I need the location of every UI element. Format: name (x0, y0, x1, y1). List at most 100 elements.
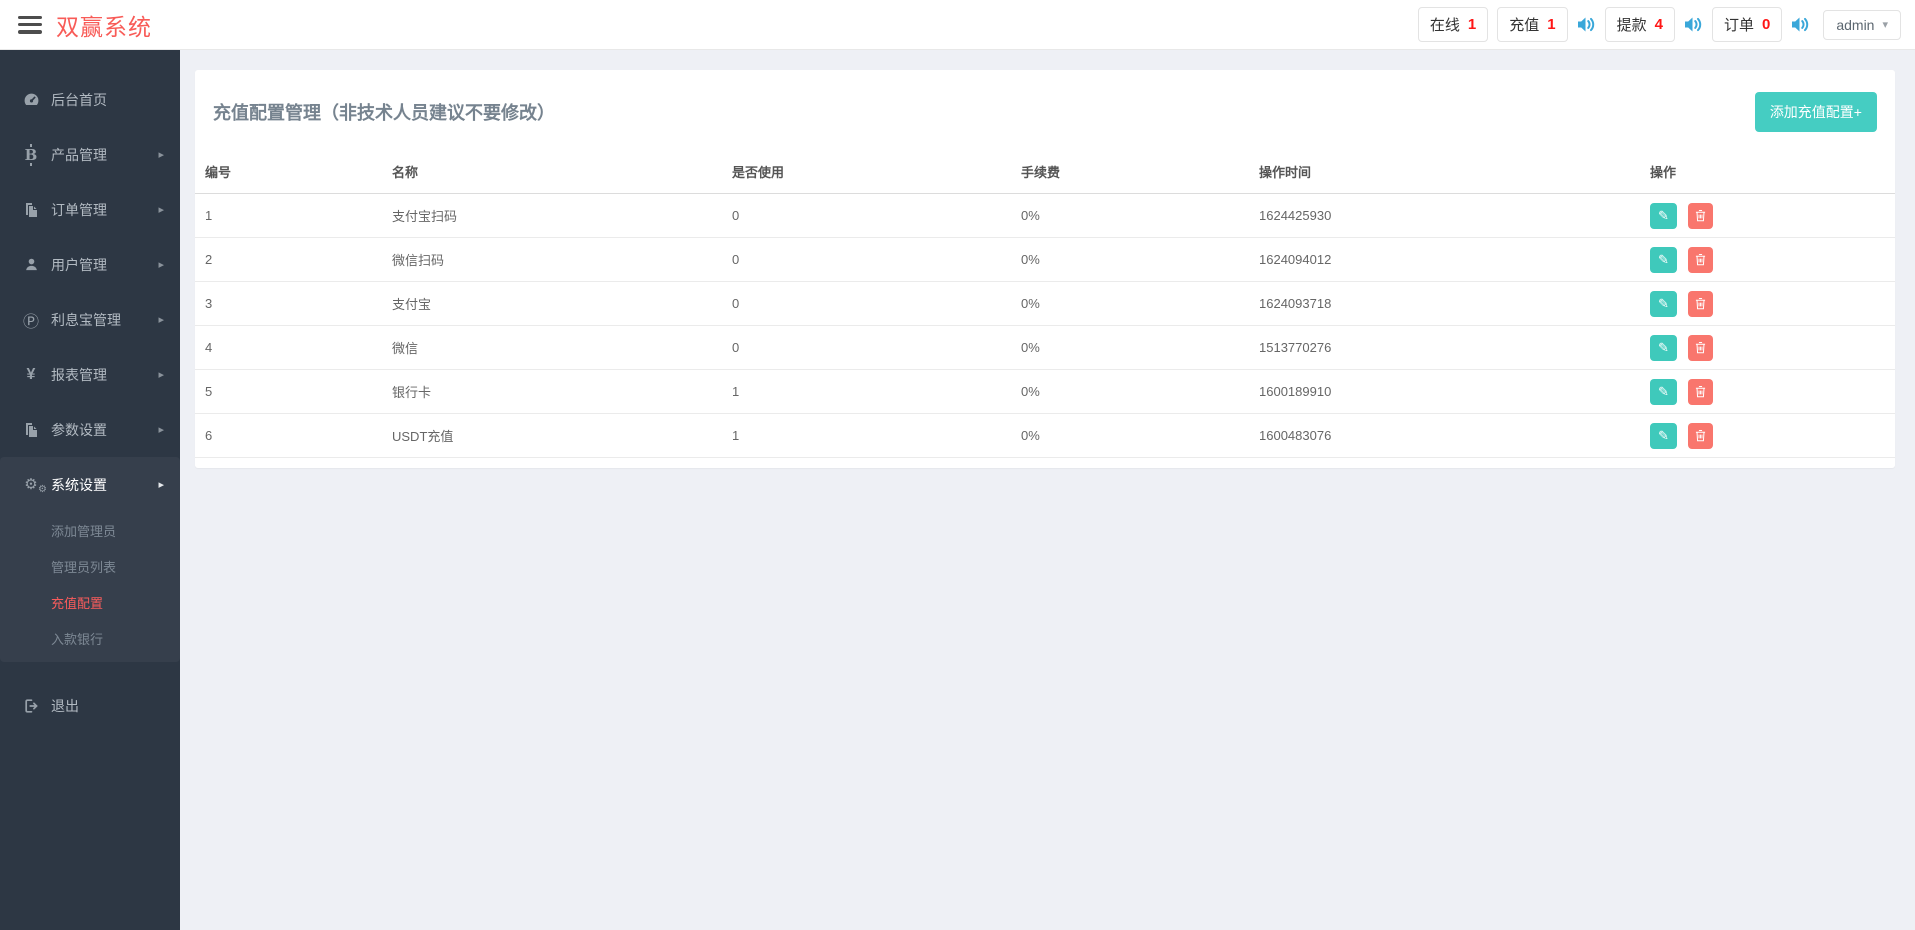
recharge-config-table: 编号 名称 是否使用 手续费 操作时间 操作 1 支付宝扫码 0 0% 1624… (195, 150, 1895, 458)
sidebar-item-label: 产品管理 (51, 145, 107, 165)
gears-icon: ⚙⚙ (20, 477, 42, 492)
order-count-badge[interactable]: 订单 0 (1712, 7, 1782, 42)
submenu-recharge-config[interactable]: 充值配置 (0, 584, 180, 620)
cell-id: 4 (195, 326, 382, 370)
header-actions: 在线 1 充值 1 提款 4 订单 0 admin ▾ (1418, 7, 1901, 42)
dashboard-icon (20, 91, 42, 108)
chevron-right-icon: ▸ (158, 478, 164, 491)
add-recharge-config-button[interactable]: 添加充值配置+ (1755, 92, 1877, 132)
sidebar-item-reports[interactable]: ¥ 报表管理 ▸ (0, 347, 180, 402)
delete-button[interactable] (1688, 335, 1713, 361)
submenu-admin-list[interactable]: 管理员列表 (0, 548, 180, 584)
sidebar-item-products[interactable]: B 产品管理 ▸ (0, 127, 180, 182)
admin-username: admin (1836, 17, 1874, 33)
cell-name: 支付宝 (382, 282, 722, 326)
cell-name: 微信 (382, 326, 722, 370)
cell-id: 1 (195, 194, 382, 238)
sign-out-icon (20, 698, 42, 714)
yen-icon: ¥ (20, 366, 42, 384)
cell-time: 1624093718 (1249, 282, 1640, 326)
cell-time: 1513770276 (1249, 326, 1640, 370)
delete-button[interactable] (1688, 203, 1713, 229)
online-label: 在线 (1430, 14, 1460, 35)
sidebar-item-logout[interactable]: 退出 (0, 678, 180, 733)
sidebar-item-label: 利息宝管理 (51, 310, 121, 330)
cell-enabled: 1 (722, 414, 1011, 458)
submenu-label: 充值配置 (51, 593, 103, 612)
sidebar-item-label: 订单管理 (51, 200, 107, 220)
submenu-label: 管理员列表 (51, 557, 116, 576)
pencil-icon: ✎ (1658, 208, 1669, 224)
sidebar-item-orders[interactable]: 订单管理 ▸ (0, 182, 180, 237)
edit-button[interactable]: ✎ (1650, 203, 1677, 229)
user-icon (20, 257, 42, 272)
edit-button[interactable]: ✎ (1650, 291, 1677, 317)
cell-fee: 0% (1011, 282, 1249, 326)
order-count: 0 (1762, 16, 1770, 33)
order-label: 订单 (1724, 14, 1754, 35)
menu-toggle-icon[interactable] (18, 16, 42, 34)
cell-name: 银行卡 (382, 370, 722, 414)
delete-button[interactable] (1688, 379, 1713, 405)
withdraw-speaker-icon[interactable] (1684, 16, 1703, 33)
chevron-right-icon: ▸ (158, 203, 164, 216)
pencil-icon: ✎ (1658, 428, 1669, 444)
chevron-right-icon: ▸ (158, 313, 164, 326)
delete-button[interactable] (1688, 247, 1713, 273)
edit-button[interactable]: ✎ (1650, 247, 1677, 273)
submenu-deposit-bank[interactable]: 入款银行 (0, 620, 180, 656)
edit-button[interactable]: ✎ (1650, 335, 1677, 361)
cell-id: 3 (195, 282, 382, 326)
sidebar-item-interest[interactable]: Ⓟ 利息宝管理 ▸ (0, 292, 180, 347)
trash-icon (1695, 209, 1706, 222)
cell-fee: 0% (1011, 414, 1249, 458)
col-name: 名称 (382, 150, 722, 194)
sidebar-item-label: 退出 (51, 696, 79, 716)
submenu-label: 添加管理员 (51, 521, 116, 540)
col-actions: 操作 (1640, 150, 1895, 194)
delete-button[interactable] (1688, 423, 1713, 449)
cell-enabled: 0 (722, 238, 1011, 282)
cell-time: 1600483076 (1249, 414, 1640, 458)
pencil-icon: ✎ (1658, 296, 1669, 312)
table-row: 2 微信扫码 0 0% 1624094012 ✎ (195, 238, 1895, 282)
withdraw-count-badge[interactable]: 提款 4 (1605, 7, 1675, 42)
pencil-icon: ✎ (1658, 252, 1669, 268)
brand-title: 双赢系统 (56, 8, 152, 42)
top-header: 双赢系统 在线 1 充值 1 提款 4 订单 0 admin ▾ (0, 0, 1915, 50)
chevron-right-icon: ▸ (158, 258, 164, 271)
cell-id: 2 (195, 238, 382, 282)
sidebar-item-label: 报表管理 (51, 365, 107, 385)
delete-button[interactable] (1688, 291, 1713, 317)
cell-time: 1600189910 (1249, 370, 1640, 414)
cell-id: 5 (195, 370, 382, 414)
sidebar-item-label: 用户管理 (51, 255, 107, 275)
admin-dropdown[interactable]: admin ▾ (1823, 10, 1901, 40)
table-row: 5 银行卡 1 0% 1600189910 ✎ (195, 370, 1895, 414)
sidebar-item-dashboard[interactable]: 后台首页 (0, 72, 180, 127)
withdraw-count: 4 (1655, 16, 1663, 33)
withdraw-label: 提款 (1617, 14, 1647, 35)
cell-enabled: 0 (722, 282, 1011, 326)
edit-button[interactable]: ✎ (1650, 423, 1677, 449)
sidebar-item-params[interactable]: 参数设置 ▸ (0, 402, 180, 457)
cell-fee: 0% (1011, 370, 1249, 414)
submenu-add-admin[interactable]: 添加管理员 (0, 512, 180, 548)
cell-time: 1624425930 (1249, 194, 1640, 238)
online-count-badge[interactable]: 在线 1 (1418, 7, 1488, 42)
recharge-speaker-icon[interactable] (1577, 16, 1596, 33)
recharge-count: 1 (1547, 16, 1555, 33)
recharge-count-badge[interactable]: 充值 1 (1497, 7, 1567, 42)
cell-id: 6 (195, 414, 382, 458)
trash-icon (1695, 297, 1706, 310)
sidebar-item-label: 参数设置 (51, 420, 107, 440)
cell-name: 微信扫码 (382, 238, 722, 282)
chevron-right-icon: ▸ (158, 148, 164, 161)
cell-fee: 0% (1011, 238, 1249, 282)
trash-icon (1695, 385, 1706, 398)
sidebar-item-system-settings[interactable]: ⚙⚙ 系统设置 ▸ (0, 457, 180, 512)
sidebar-item-users[interactable]: 用户管理 ▸ (0, 237, 180, 292)
col-id: 编号 (195, 150, 382, 194)
edit-button[interactable]: ✎ (1650, 379, 1677, 405)
order-speaker-icon[interactable] (1791, 16, 1810, 33)
